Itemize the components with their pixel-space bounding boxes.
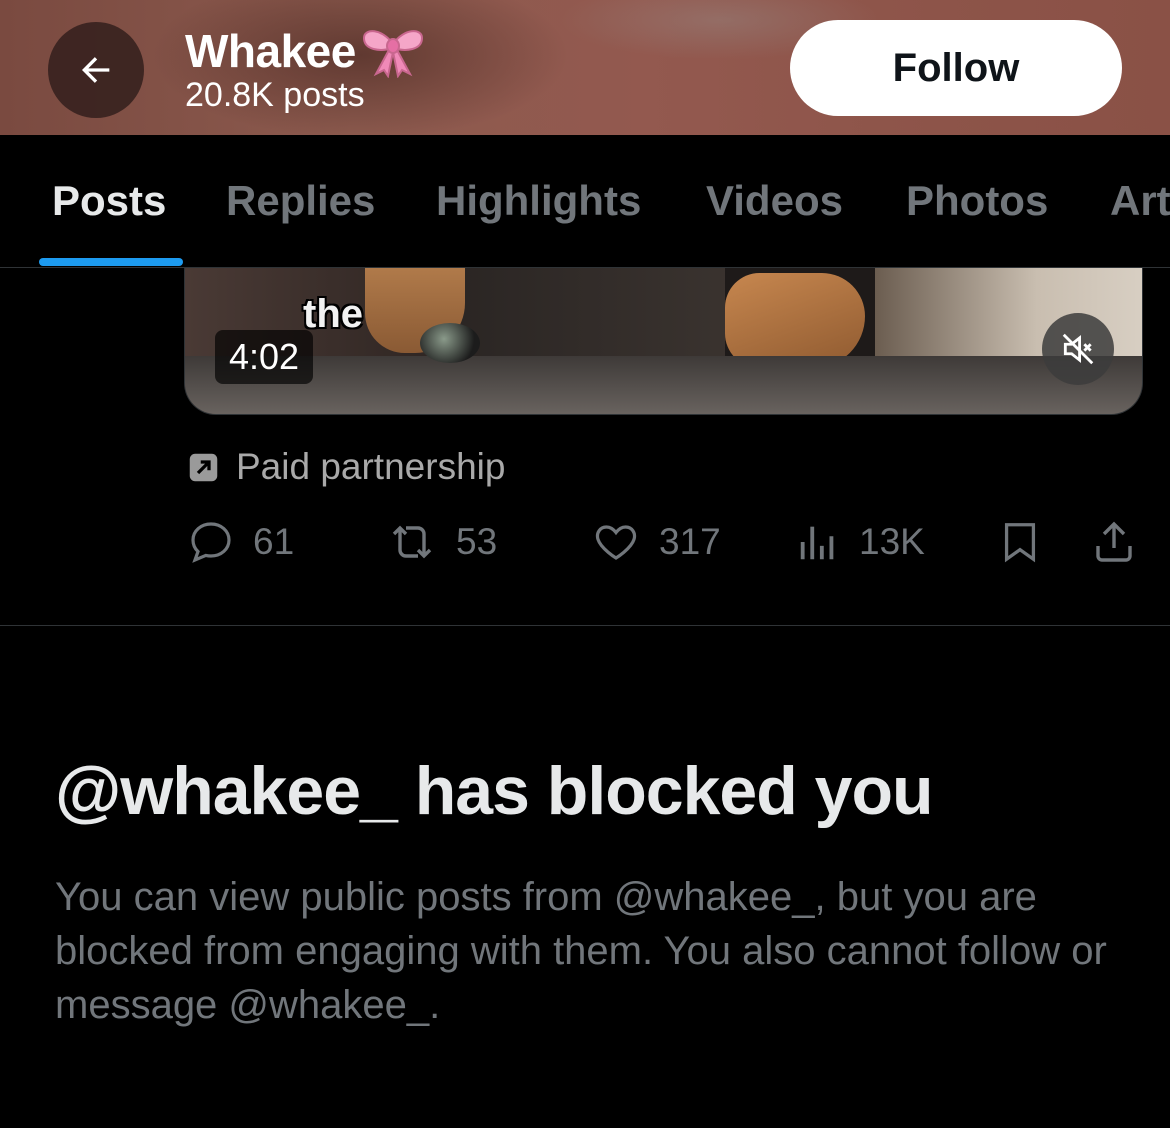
arrow-left-icon xyxy=(82,57,110,83)
view-count: 13K xyxy=(859,521,925,562)
blocked-description: You can view public posts from @whakee_,… xyxy=(55,875,1107,1027)
heart-icon xyxy=(595,525,637,560)
share-upload-icon xyxy=(1096,521,1132,562)
repost-button[interactable]: 53 xyxy=(386,518,497,566)
reply-bubble-icon xyxy=(191,522,231,563)
follow-button[interactable]: Follow xyxy=(790,20,1122,116)
paid-partnership-text: Paid partnership xyxy=(236,446,506,487)
like-count: 317 xyxy=(659,521,721,562)
ribbon-bow-icon xyxy=(362,30,423,78)
speaker-muted-icon xyxy=(1062,333,1094,365)
blocked-title: @whakee_ has blocked you xyxy=(55,753,934,829)
bookmark-icon xyxy=(1004,523,1036,563)
video-duration-badge: 4:02 xyxy=(215,330,314,384)
video-frame-detail xyxy=(420,323,480,363)
paid-partnership-label: Paid partnership xyxy=(187,446,505,488)
post-count: 20.8K posts xyxy=(185,76,365,114)
tab-highlights[interactable]: Highlights xyxy=(436,177,641,225)
video-player[interactable]: the 4:02 xyxy=(184,268,1143,415)
profile-tabs: Posts Replies Highlights Videos Photos A… xyxy=(0,135,1170,268)
tab-videos[interactable]: Videos xyxy=(706,177,843,225)
bar-chart-icon xyxy=(800,526,834,560)
share-button[interactable] xyxy=(1090,518,1156,566)
video-frame-detail xyxy=(725,273,865,368)
arrow-up-right-box-icon xyxy=(189,453,218,481)
mute-button[interactable] xyxy=(1042,313,1114,385)
profile-header: Whakee 20.8K posts Follow xyxy=(0,0,1170,135)
reply-count: 61 xyxy=(253,521,295,562)
section-divider xyxy=(0,625,1170,626)
reply-button[interactable]: 61 xyxy=(187,518,294,566)
active-tab-indicator xyxy=(39,258,183,266)
video-frame-bg xyxy=(185,356,1142,414)
bookmark-button[interactable] xyxy=(997,518,1061,566)
back-button[interactable] xyxy=(48,22,144,118)
tab-replies[interactable]: Replies xyxy=(226,177,375,225)
video-caption-text: the xyxy=(303,292,363,336)
tab-photos[interactable]: Photos xyxy=(906,177,1048,225)
profile-name-text: Whakee xyxy=(185,25,356,77)
views-button[interactable]: 13K xyxy=(795,518,925,566)
repost-count: 53 xyxy=(456,521,498,562)
tab-articles[interactable]: Articles xyxy=(1110,177,1170,225)
repost-icon xyxy=(392,525,432,559)
tab-posts[interactable]: Posts xyxy=(52,177,166,225)
like-button[interactable]: 317 xyxy=(591,518,721,566)
profile-name: Whakee xyxy=(185,24,426,78)
